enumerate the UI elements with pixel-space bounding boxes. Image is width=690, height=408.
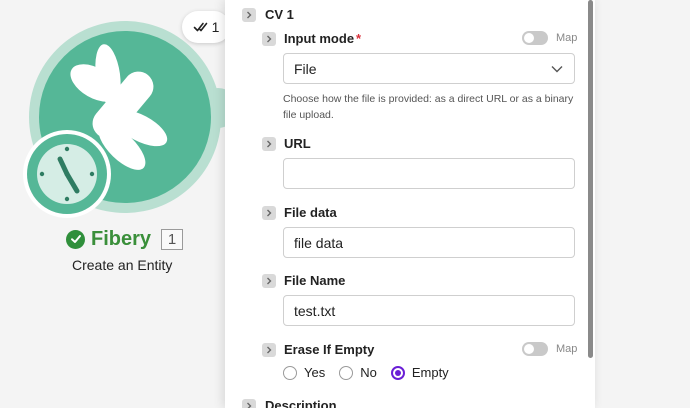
- map-switch[interactable]: [522, 342, 548, 356]
- section-cv-1-label: CV 1: [265, 7, 294, 22]
- input-mode-help: Choose how the file is provided: as a di…: [283, 93, 574, 121]
- chevron-down-icon: [551, 65, 563, 72]
- module-title: Fibery 1: [66, 227, 184, 251]
- radio-button-selected[interactable]: [390, 365, 405, 380]
- radio-option-no[interactable]: No: [339, 365, 377, 380]
- file-data-input[interactable]: file data: [283, 227, 575, 258]
- input-mode-select[interactable]: File: [283, 53, 575, 84]
- radio-label: Empty: [411, 365, 449, 380]
- chevron-right-icon[interactable]: [262, 273, 276, 288]
- field-file-data-header: File data: [262, 205, 337, 220]
- url-label: URL: [284, 136, 311, 151]
- chevron-right-icon[interactable]: [262, 342, 276, 357]
- radio-button[interactable]: [339, 365, 354, 380]
- map-label: Map: [556, 343, 578, 355]
- field-input-mode-header: Input mode *: [262, 31, 361, 46]
- radio-button[interactable]: [283, 365, 297, 380]
- erase-if-empty-label: Erase If Empty: [284, 342, 375, 357]
- file-data-label: File data: [284, 205, 337, 220]
- erase-if-empty-radio-group: Yes No Empty: [283, 365, 449, 380]
- chevron-right-icon[interactable]: [262, 136, 276, 151]
- input-mode-value: File: [294, 60, 317, 77]
- url-input[interactable]: [283, 158, 575, 189]
- chevron-right-icon[interactable]: [242, 7, 256, 22]
- map-switch[interactable]: [522, 31, 548, 45]
- input-mode-map-toggle[interactable]: Map: [522, 31, 577, 45]
- module-action: Create an Entity: [72, 257, 173, 273]
- module-settings-panel: CV 1 Input mode * Map File Choose how the…: [225, 0, 595, 408]
- radio-label: No: [360, 365, 377, 380]
- fibery-module-icon[interactable]: [0, 0, 240, 225]
- radio-label: Yes: [304, 365, 326, 380]
- panel-scrollbar[interactable]: [588, 0, 593, 358]
- file-name-input[interactable]: test.txt: [283, 295, 575, 326]
- file-name-label: File Name: [284, 273, 346, 288]
- module-name[interactable]: Fibery: [91, 228, 151, 251]
- input-mode-label: Input mode *: [284, 31, 362, 46]
- section-description[interactable]: Description: [242, 398, 337, 408]
- required-marker: *: [356, 31, 362, 46]
- module-index-badge: 1: [161, 228, 184, 250]
- field-url-header: URL: [262, 136, 311, 151]
- chevron-right-icon[interactable]: [242, 398, 256, 408]
- map-label: Map: [556, 32, 578, 44]
- file-data-value: file data: [294, 234, 344, 251]
- erase-if-empty-map-toggle[interactable]: Map: [522, 342, 577, 356]
- radio-option-yes[interactable]: Yes: [283, 365, 325, 380]
- field-file-name-header: File Name: [262, 273, 345, 288]
- file-name-value: test.txt: [294, 302, 336, 319]
- chevron-right-icon[interactable]: [262, 205, 276, 220]
- field-erase-if-empty-header: Erase If Empty: [262, 342, 374, 357]
- radio-option-empty[interactable]: Empty: [390, 365, 449, 380]
- section-description-label: Description: [265, 398, 337, 408]
- section-cv-1[interactable]: CV 1: [242, 7, 294, 22]
- chevron-right-icon[interactable]: [262, 31, 276, 46]
- success-check-icon: [66, 229, 85, 249]
